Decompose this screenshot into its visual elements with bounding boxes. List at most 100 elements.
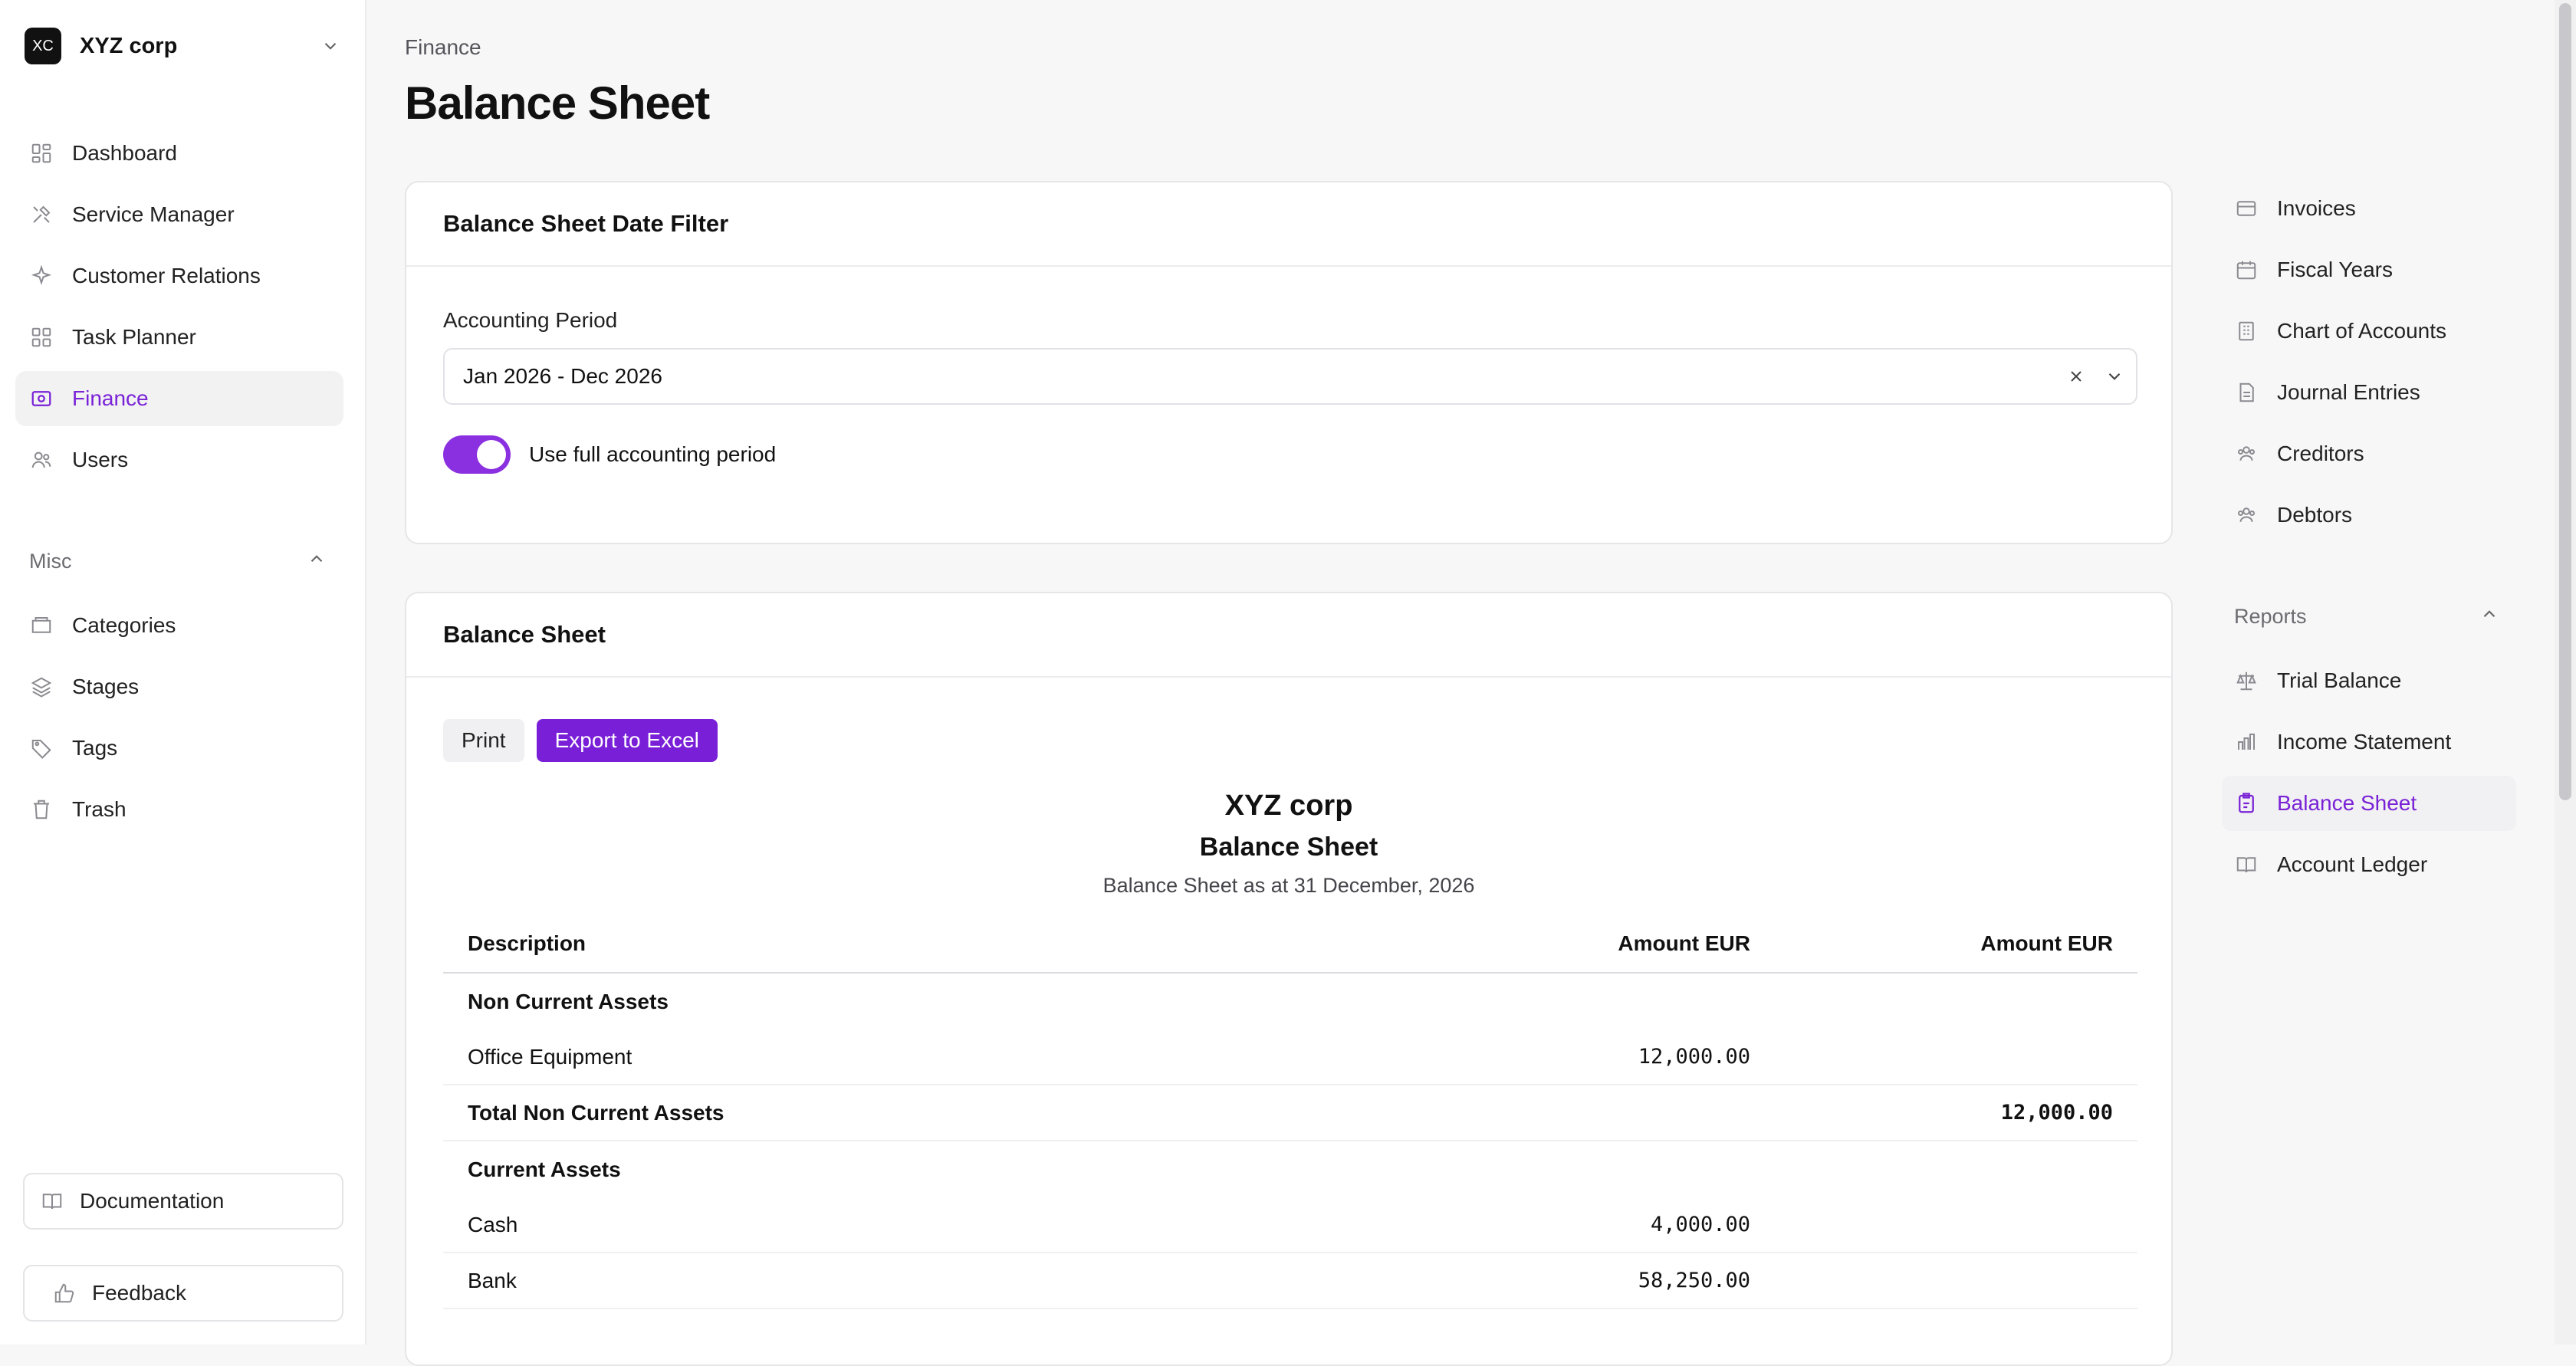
chevron-up-icon xyxy=(307,549,327,574)
print-button[interactable]: Print xyxy=(443,719,524,762)
grid-icon xyxy=(29,325,54,350)
row-amount: 4,000.00 xyxy=(1650,1213,1750,1236)
sidebar-item-task-planner[interactable]: Task Planner xyxy=(15,310,343,365)
subnav-item-chart-of-accounts[interactable]: Chart of Accounts xyxy=(2222,304,2516,359)
subnav-item-label: Creditors xyxy=(2277,442,2364,465)
sidebar-item-label: Trash xyxy=(72,797,127,821)
documentation-button[interactable]: Documentation xyxy=(23,1173,343,1230)
subnav-item-label: Trial Balance xyxy=(2277,668,2402,692)
document-icon xyxy=(2234,380,2259,405)
reports-subnav: Trial Balance Income Statement Balance S… xyxy=(2222,653,2516,898)
subnav-item-account-ledger[interactable]: Account Ledger xyxy=(2222,837,2516,892)
subnav-item-creditors[interactable]: Creditors xyxy=(2222,426,2516,481)
tools-icon xyxy=(29,202,54,227)
dashboard-icon xyxy=(29,141,54,166)
sidebar-item-trash[interactable]: Trash xyxy=(15,782,343,837)
org-logo: XC xyxy=(25,28,61,64)
reports-section-toggle[interactable]: Reports xyxy=(2234,601,2499,632)
subnav-item-balance-sheet[interactable]: Balance Sheet xyxy=(2222,776,2516,831)
row-description: Current Assets xyxy=(468,1157,621,1181)
balance-sheet-card-title: Balance Sheet xyxy=(406,593,2171,678)
subnav-item-journal-entries[interactable]: Journal Entries xyxy=(2222,365,2516,420)
clear-icon[interactable] xyxy=(2059,360,2093,393)
tag-icon xyxy=(29,736,54,760)
sidebar-item-categories[interactable]: Categories xyxy=(15,598,343,653)
report-company: XYZ corp xyxy=(1224,790,1353,822)
subnav-item-label: Account Ledger xyxy=(2277,852,2428,876)
sidebar-item-tags[interactable]: Tags xyxy=(15,721,343,776)
sidebar-item-label: Finance xyxy=(72,386,149,410)
subnav-item-fiscal-years[interactable]: Fiscal Years xyxy=(2222,242,2516,297)
chevron-down-icon xyxy=(319,34,342,57)
chevron-down-icon[interactable] xyxy=(2098,360,2131,393)
row-description: Office Equipment xyxy=(468,1044,632,1069)
scrollbar-thumb[interactable] xyxy=(2559,3,2571,800)
documentation-label: Documentation xyxy=(80,1189,225,1213)
sidebar-item-customer-relations[interactable]: Customer Relations xyxy=(15,248,343,304)
table-row: Office Equipment 12,000.00 xyxy=(443,1029,2137,1085)
subnav-item-label: Fiscal Years xyxy=(2277,258,2393,281)
sidebar-item-dashboard[interactable]: Dashboard xyxy=(15,126,343,181)
org-switcher[interactable]: XC XYZ corp xyxy=(25,28,342,64)
full-period-toggle[interactable] xyxy=(443,435,511,474)
subnav-item-invoices[interactable]: Invoices xyxy=(2222,181,2516,236)
layers-icon xyxy=(29,675,54,699)
subnav-item-label: Debtors xyxy=(2277,503,2353,527)
row-amount: 12,000.00 xyxy=(1638,1045,1750,1069)
accounting-period-label: Accounting Period xyxy=(443,308,618,332)
subnav-item-label: Income Statement xyxy=(2277,730,2452,754)
sidebar-item-label: Tags xyxy=(72,736,118,760)
table-row: Non Current Assets xyxy=(443,974,2137,1029)
sidebar-item-finance[interactable]: Finance xyxy=(15,371,343,426)
misc-nav: Categories Stages Tags Trash xyxy=(15,598,343,843)
subnav-item-trial-balance[interactable]: Trial Balance xyxy=(2222,653,2516,708)
sidebar-item-label: Users xyxy=(72,448,129,471)
reports-heading: Reports xyxy=(2234,604,2307,628)
bar-chart-icon xyxy=(2234,730,2259,754)
report-actions: Print Export to Excel xyxy=(443,719,718,762)
misc-section-toggle[interactable]: Misc xyxy=(29,546,327,576)
row-amount: 58,250.00 xyxy=(1638,1269,1750,1292)
accounting-period-value: Jan 2026 - Dec 2026 xyxy=(463,364,662,388)
page-title: Balance Sheet xyxy=(405,77,710,129)
report-subtitle: Balance Sheet as at 31 December, 2026 xyxy=(1102,874,1475,897)
column-amount: Amount EUR xyxy=(1618,931,1750,955)
feedback-button[interactable]: Feedback xyxy=(23,1265,343,1322)
invoice-icon xyxy=(2234,196,2259,221)
book-icon xyxy=(40,1189,64,1213)
sidebar-item-label: Customer Relations xyxy=(72,264,261,287)
balance-sheet-table: Description Amount EUR Amount EUR Non Cu… xyxy=(443,915,2137,1309)
sidebar-item-label: Categories xyxy=(72,613,176,637)
sidebar-item-stages[interactable]: Stages xyxy=(15,659,343,714)
feedback-label: Feedback xyxy=(92,1281,186,1305)
accounting-period-select[interactable]: Jan 2026 - Dec 2026 xyxy=(443,348,2137,405)
table-row: Total Non Current Assets 12,000.00 xyxy=(443,1085,2137,1141)
finance-icon xyxy=(29,386,54,411)
row-total: 12,000.00 xyxy=(2000,1101,2113,1125)
table-row: Cash 4,000.00 xyxy=(443,1197,2137,1253)
breadcrumb[interactable]: Finance xyxy=(405,35,481,60)
table-header: Description Amount EUR Amount EUR xyxy=(443,915,2137,974)
balance-sheet-icon xyxy=(2234,791,2259,816)
subnav-item-label: Invoices xyxy=(2277,196,2356,220)
subnav-item-debtors[interactable]: Debtors xyxy=(2222,488,2516,543)
org-name: XYZ corp xyxy=(80,33,178,58)
row-description: Bank xyxy=(468,1268,517,1292)
subnav-item-income-statement[interactable]: Income Statement xyxy=(2222,714,2516,770)
export-excel-button[interactable]: Export to Excel xyxy=(536,719,718,762)
chevron-up-icon xyxy=(2479,604,2499,629)
subnav-item-label: Balance Sheet xyxy=(2277,791,2417,815)
sidebar-item-users[interactable]: Users xyxy=(15,432,343,488)
calendar-icon xyxy=(2234,258,2259,282)
misc-heading: Misc xyxy=(29,549,72,573)
sidebar-item-label: Task Planner xyxy=(72,325,196,349)
book-icon xyxy=(2234,852,2259,877)
sidebar-item-label: Dashboard xyxy=(72,141,177,165)
people-icon xyxy=(2234,503,2259,527)
folder-icon xyxy=(29,613,54,638)
row-description: Total Non Current Assets xyxy=(468,1100,724,1125)
row-description: Non Current Assets xyxy=(468,989,669,1013)
page-scrollbar[interactable] xyxy=(2555,0,2576,1345)
row-description: Cash xyxy=(468,1212,518,1236)
sidebar-item-service-manager[interactable]: Service Manager xyxy=(15,187,343,242)
